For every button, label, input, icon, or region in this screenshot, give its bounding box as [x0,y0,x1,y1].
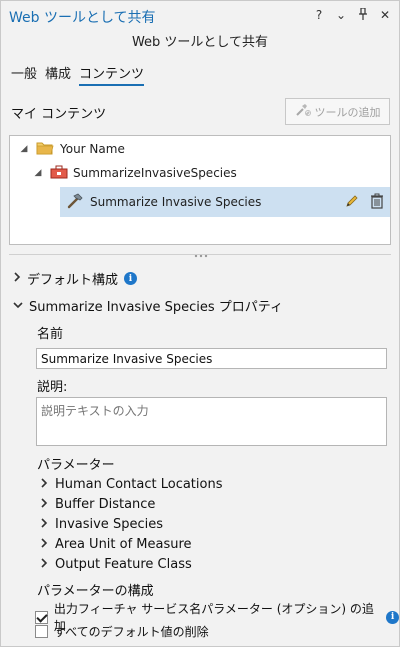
default-config-header[interactable]: デフォルト構成 i [13,269,138,288]
info-icon[interactable]: i [124,272,138,285]
chevron-right-icon [13,271,21,286]
tree-item-folder[interactable]: ◢ Your Name [18,136,125,162]
chevron-right-icon [41,558,49,571]
tab-content[interactable]: コンテンツ [79,63,145,86]
expanded-caret-icon[interactable]: ◢ [18,144,30,154]
toolbox-icon [50,165,68,182]
trash-icon[interactable] [370,193,384,212]
chevron-down-icon[interactable]: ⌄ [335,8,347,23]
tree-item-tool-selected[interactable]: Summarize Invasive Species [60,187,390,217]
add-service-name-checkbox[interactable] [35,610,48,624]
param-label: Area Unit of Measure [55,537,192,552]
hammer-icon [66,193,84,212]
param-item[interactable]: Invasive Species [41,517,163,532]
folder-icon [36,141,54,158]
pane-title: Web ツールとして共有 [9,10,156,26]
param-label: Buffer Distance [55,497,156,512]
pin-icon[interactable] [357,7,369,23]
chevron-down-icon [13,298,23,313]
parameters-label: パラメーター [37,458,115,473]
close-icon[interactable]: ✕ [379,8,391,23]
folder-label: Your Name [60,142,125,156]
properties-header[interactable]: Summarize Invasive Species プロパティ [13,296,283,315]
help-icon[interactable]: ? [313,8,325,23]
service-label: SummarizeInvasiveSpecies [73,166,237,180]
tab-bar: 一般 構成 コンテンツ [11,63,145,86]
pane-controls: ? ⌄ ✕ [313,7,391,23]
grip-dots-icon [194,247,208,258]
tool-actions [344,193,384,212]
info-icon[interactable]: i [386,610,399,624]
default-config-label: デフォルト構成 [27,273,119,288]
add-tool-button[interactable]: ツールの追加 [285,98,390,125]
param-item[interactable]: Output Feature Class [41,557,192,572]
param-item[interactable]: Buffer Distance [41,497,155,512]
tool-label: Summarize Invasive Species [90,195,262,209]
properties-title: Summarize Invasive Species プロパティ [29,300,284,315]
param-label: Invasive Species [55,517,163,532]
remove-defaults-label: すべてのデフォルト値の削除 [54,625,209,639]
param-config-label: パラメーターの構成 [37,584,154,599]
remove-defaults-option[interactable]: すべてのデフォルト値の削除 [35,623,209,640]
param-item[interactable]: Area Unit of Measure [41,537,192,552]
my-content-title: マイ コンテンツ [11,107,107,122]
content-tree: ◢ Your Name ◢ SummarizeInvasiveSpecies S… [9,135,391,245]
name-label: 名前 [37,327,64,342]
description-label: 説明: [37,380,68,395]
share-as-web-tool-pane: Web ツールとして共有 ? ⌄ ✕ Web ツールとして共有 一般 構成 コン… [0,0,400,647]
chevron-right-icon [41,498,49,511]
param-item[interactable]: Human Contact Locations [41,477,222,492]
pane-subtitle: Web ツールとして共有 [131,35,269,50]
add-tool-label: ツールの追加 [314,105,381,119]
tab-general[interactable]: 一般 [11,63,37,86]
chevron-right-icon [41,518,49,531]
splitter-handle[interactable] [9,245,391,258]
chevron-right-icon [41,538,49,551]
description-input[interactable] [36,397,387,446]
remove-defaults-checkbox[interactable] [35,625,48,638]
tools-icon [295,103,311,120]
tree-item-service[interactable]: ◢ SummarizeInvasiveSpecies [32,160,237,186]
expanded-caret-icon[interactable]: ◢ [32,168,44,178]
edit-pencil-icon[interactable] [344,193,360,212]
param-label: Output Feature Class [55,557,192,572]
divider [9,254,391,255]
param-label: Human Contact Locations [55,477,223,492]
pane-titlebar: Web ツールとして共有 ? ⌄ ✕ [1,1,399,31]
chevron-right-icon [41,478,49,491]
name-input[interactable] [36,348,387,369]
tab-configuration[interactable]: 構成 [45,63,71,86]
